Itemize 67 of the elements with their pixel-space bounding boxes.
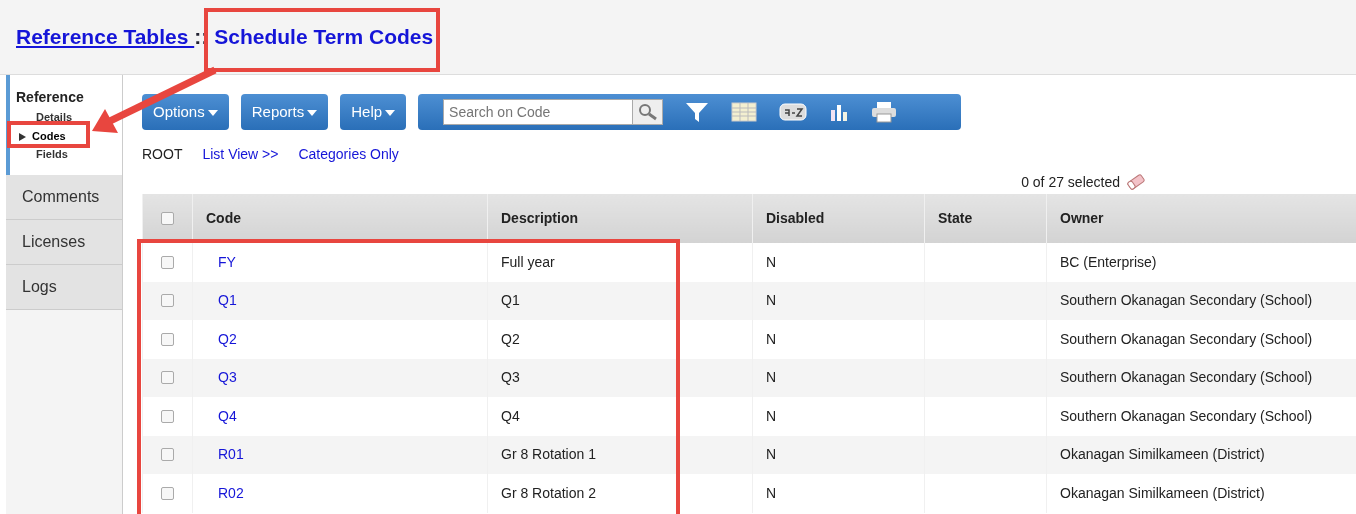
table-cell: Southern Okanagan Secondary (School) (1046, 358, 1356, 397)
table-cell: Q1 (487, 281, 753, 320)
checkbox[interactable] (161, 486, 174, 500)
table-cell: N (752, 474, 925, 513)
print-icon[interactable] (871, 101, 898, 123)
bar-chart-icon[interactable] (829, 102, 850, 122)
filter-icon[interactable] (685, 101, 710, 123)
table-cell: Okanagan Similkameen (District) (1046, 435, 1356, 474)
sort-icon[interactable] (779, 102, 808, 122)
caret-icon (307, 109, 318, 116)
checkbox[interactable] (161, 332, 174, 346)
sidebar-tab[interactable]: Comments (6, 175, 122, 220)
table-cell: Okanagan Similkameen (District) (1046, 474, 1356, 513)
sidebar-item[interactable]: Fields (36, 145, 68, 164)
table-cell: N (752, 281, 925, 320)
caret-icon (385, 109, 396, 116)
checkbox[interactable] (161, 448, 174, 462)
column-header[interactable]: Owner (1046, 194, 1356, 243)
code-link[interactable]: Q2 (206, 330, 237, 347)
code-link[interactable]: R01 (206, 446, 244, 463)
grid-icon[interactable] (731, 102, 758, 122)
menu-button[interactable]: Reports (240, 94, 329, 130)
selection-count: 0 of 27 selected (1021, 172, 1120, 192)
sidebar-item[interactable]: Details (36, 108, 73, 127)
table-cell: Full year (487, 243, 753, 282)
menu-button[interactable]: Options (142, 94, 229, 130)
table-cell: Southern Okanagan Secondary (School) (1046, 397, 1356, 436)
table-cell: Gr 8 Rotation 2 (487, 474, 753, 513)
checkbox[interactable] (161, 294, 174, 308)
table-cell: BC (Enterprise) (1046, 243, 1356, 282)
checkbox[interactable] (161, 255, 174, 269)
page-title: Schedule Term Codes (214, 24, 434, 51)
eraser-icon[interactable] (1126, 174, 1146, 190)
breadcrumb-link[interactable]: Reference Tables (16, 21, 195, 53)
table-cell: Q2 (487, 320, 753, 359)
table-cell: N (752, 320, 925, 359)
pointer-icon (19, 132, 26, 141)
table-cell: Gr 8 Rotation 1 (487, 435, 753, 474)
sidebar-heading: Reference (16, 88, 85, 107)
checkbox[interactable] (161, 371, 174, 385)
table-cell: Southern Okanagan Secondary (School) (1046, 281, 1356, 320)
root-label: ROOT (142, 145, 183, 164)
code-link[interactable]: Q4 (206, 407, 237, 424)
table-cell: N (752, 243, 925, 282)
column-header[interactable]: State (924, 194, 1047, 243)
caret-icon (207, 109, 218, 116)
column-header[interactable]: Disabled (752, 194, 925, 243)
table-cell: Q3 (487, 358, 753, 397)
table-cell: Q4 (487, 397, 753, 436)
search-button[interactable] (633, 99, 664, 125)
checkbox[interactable] (161, 212, 174, 225)
nav-link-text[interactable]: Categories Only (298, 144, 399, 165)
table-cell: N (752, 397, 925, 436)
table-cell: N (752, 358, 925, 397)
column-header[interactable]: Description (487, 194, 753, 243)
code-link[interactable]: R02 (206, 484, 244, 501)
code-link[interactable]: FY (206, 253, 236, 270)
checkbox[interactable] (161, 409, 174, 423)
sidebar-tab[interactable]: Logs (6, 265, 122, 310)
search-field[interactable]: Search on Code (443, 99, 634, 125)
code-link[interactable]: Q3 (206, 369, 237, 386)
nav-link-text[interactable]: List View >> (202, 144, 279, 165)
table-cell: N (752, 435, 925, 474)
table-cell: Southern Okanagan Secondary (School) (1046, 320, 1356, 359)
code-link[interactable]: Q1 (206, 292, 237, 309)
menu-button[interactable]: Help (340, 94, 407, 130)
sidebar-tab[interactable]: Licenses (6, 220, 122, 265)
